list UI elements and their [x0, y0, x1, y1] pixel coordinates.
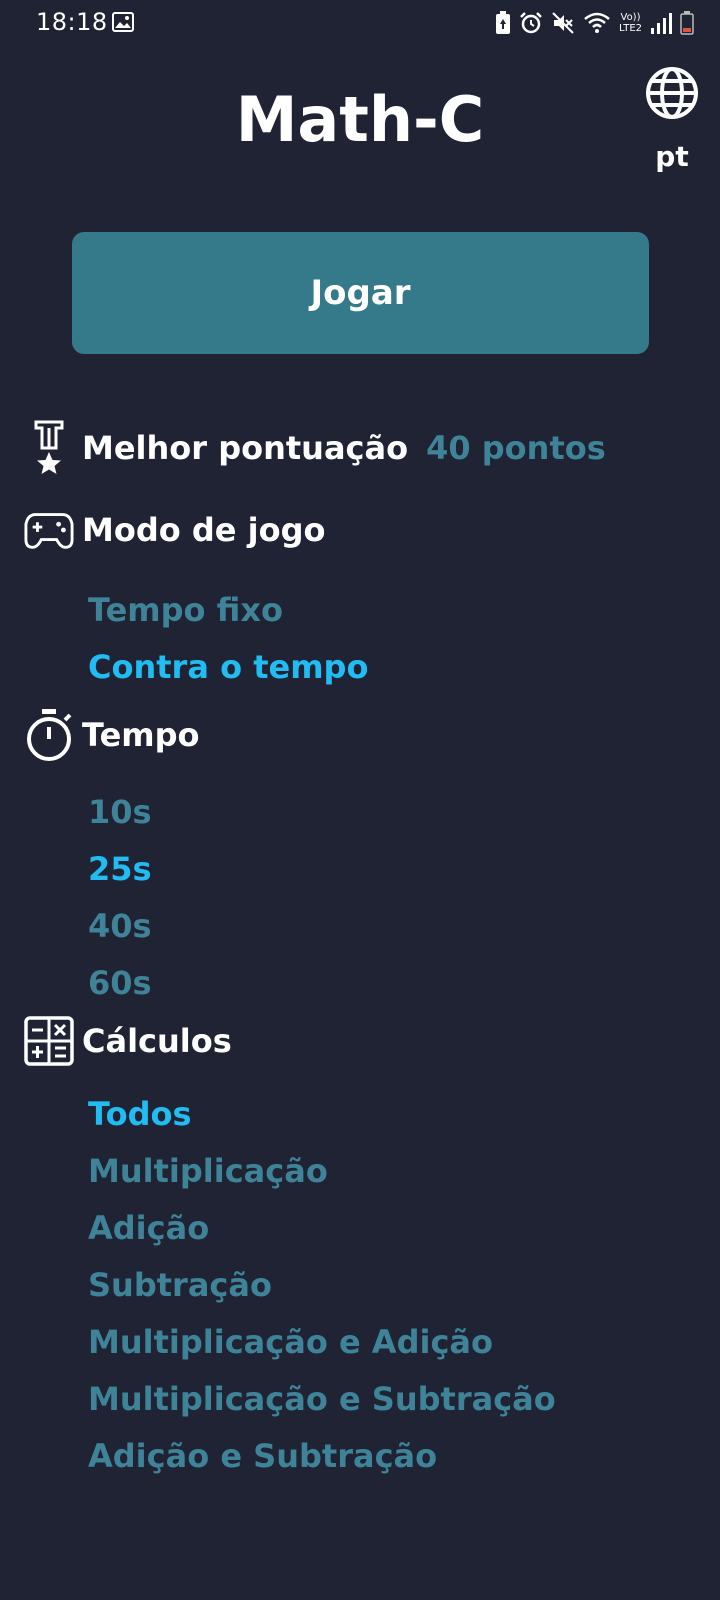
status-time: 18:18 [36, 8, 108, 36]
calculations-title: Cálculos [82, 1022, 232, 1060]
language-label[interactable]: pt [640, 140, 704, 173]
calculation-option[interactable]: Todos [88, 1086, 556, 1143]
network-indicator: Vo)) LTE2 [619, 12, 642, 34]
signal-icon [650, 12, 672, 34]
game-mode-title: Modo de jogo [82, 511, 326, 549]
calculations-header: Cálculos [24, 1016, 232, 1066]
time-header: Tempo [24, 708, 200, 762]
calculations-options: Todos Multiplicação Adição Subtração Mul… [88, 1086, 556, 1485]
time-option[interactable]: 10s [88, 784, 152, 841]
calculation-option[interactable]: Subtração [88, 1257, 556, 1314]
time-option[interactable]: 40s [88, 898, 152, 955]
wifi-icon [583, 11, 611, 35]
calculator-icon [24, 1016, 74, 1066]
volte-label: Vo)) [620, 12, 641, 23]
time-option[interactable]: 25s [88, 841, 152, 898]
medal-icon [24, 420, 74, 476]
status-bar: 18:18 Vo)) LTE2 [0, 0, 720, 46]
globe-icon[interactable] [645, 67, 699, 124]
game-mode-option[interactable]: Tempo fixo [88, 582, 368, 639]
lte-label: LTE2 [619, 23, 642, 34]
calculation-option[interactable]: Adição e Subtração [88, 1428, 556, 1485]
calculation-option[interactable]: Multiplicação [88, 1143, 556, 1200]
best-score-value: 40 pontos [426, 429, 606, 467]
play-button[interactable]: Jogar [72, 232, 649, 354]
mute-icon [551, 11, 575, 35]
best-score-row: Melhor pontuação 40 pontos [24, 420, 606, 476]
game-mode-option[interactable]: Contra o tempo [88, 639, 368, 696]
alarm-icon [519, 11, 543, 35]
time-options: 10s 25s 40s 60s [88, 784, 152, 1012]
gallery-icon [112, 12, 134, 36]
battery-icon [680, 11, 694, 35]
game-mode-header: Modo de jogo [24, 510, 325, 550]
best-score-label: Melhor pontuação [82, 429, 409, 467]
battery-saver-icon [495, 11, 511, 35]
app-title: Math-C [235, 83, 485, 156]
status-icons: Vo)) LTE2 [495, 8, 694, 38]
calculation-option[interactable]: Multiplicação e Subtração [88, 1371, 556, 1428]
time-option[interactable]: 60s [88, 955, 152, 1012]
calculation-option[interactable]: Adição [88, 1200, 556, 1257]
calculation-option[interactable]: Multiplicação e Adição [88, 1314, 556, 1371]
game-mode-options: Tempo fixo Contra o tempo [88, 582, 368, 696]
gamepad-icon [24, 510, 74, 550]
stopwatch-icon [24, 708, 74, 762]
language-switch[interactable]: pt [640, 66, 704, 173]
time-title: Tempo [82, 716, 200, 754]
